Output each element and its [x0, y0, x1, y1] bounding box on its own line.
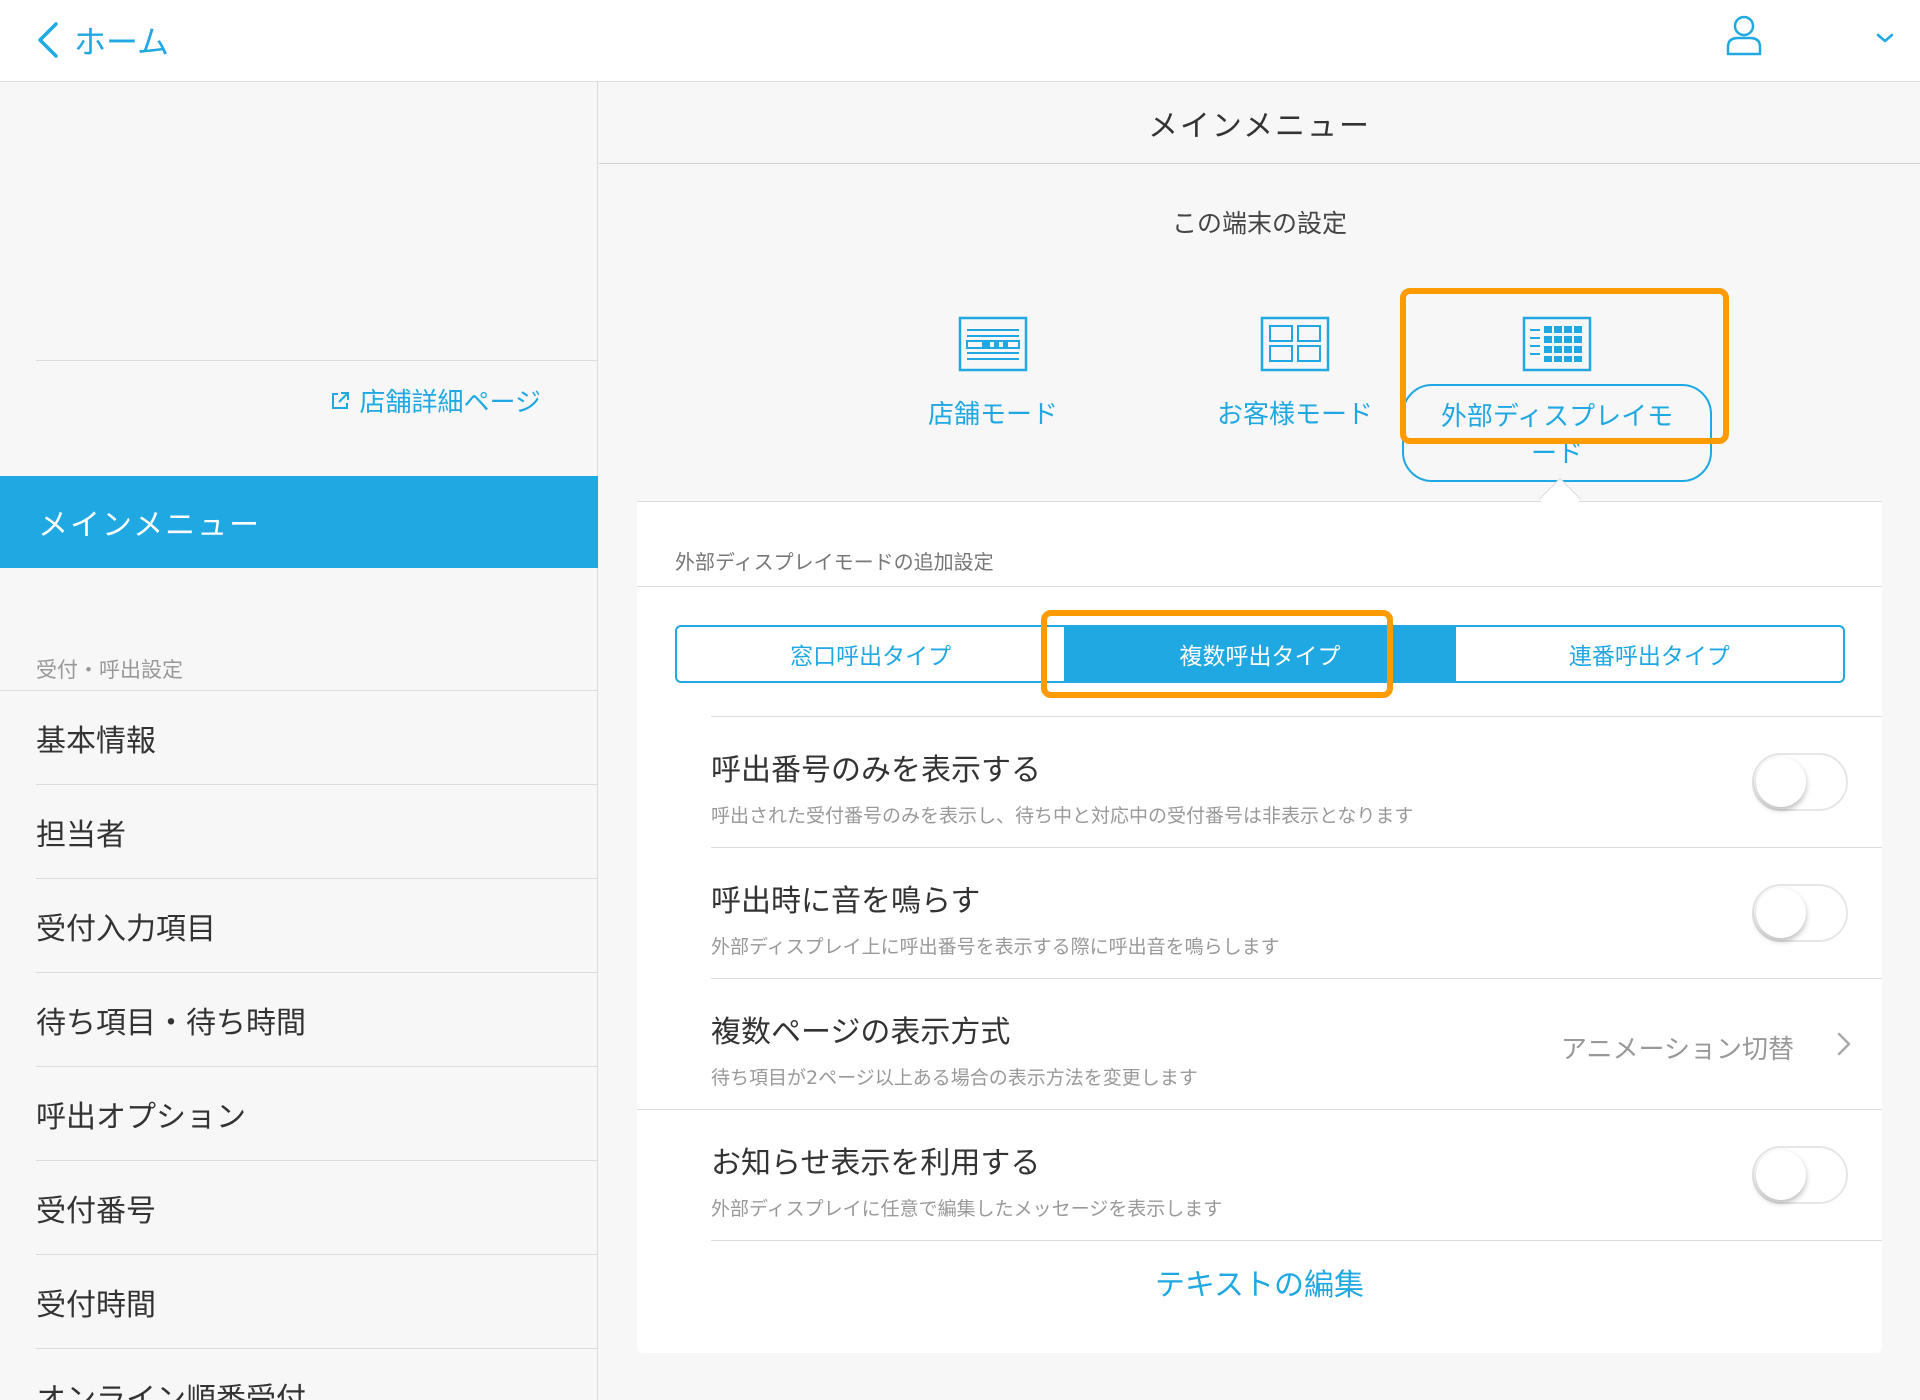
- store-mode-icon: [958, 316, 1028, 372]
- mode-selector: 店舗モード お客様モード 外部ディスプレイモード: [637, 270, 1882, 502]
- call-type-multiple-button[interactable]: 複数呼出タイプ: [1064, 627, 1454, 681]
- sidebar-item[interactable]: 呼出オプション: [36, 1067, 598, 1161]
- additional-settings-title: 外部ディスプレイモードの追加設定: [675, 550, 994, 574]
- main-panel: メインメニュー この端末の設定 店舗モード お客様モード 外部ディスプレイモード…: [599, 82, 1920, 1400]
- setting-row-multi-page-display[interactable]: 複数ページの表示方式 待ち項目が2ページ以上ある場合の表示方法を変更します アニ…: [637, 979, 1882, 1110]
- customer-mode-option[interactable]: お客様モード: [1185, 316, 1405, 431]
- setting-title: 呼出時に音を鳴らす: [711, 884, 981, 919]
- edit-text-link[interactable]: テキストの編集: [637, 1260, 1882, 1304]
- call-type-selector: 窓口呼出タイプ 複数呼出タイプ 連番呼出タイプ: [675, 625, 1845, 683]
- multi-page-display-value: アニメーション切替: [1561, 1035, 1794, 1065]
- external-display-mode-option[interactable]: 外部ディスプレイモード: [1402, 316, 1712, 482]
- setting-title: 呼出番号のみを表示する: [711, 753, 1041, 788]
- setting-description: 呼出された受付番号のみを表示し、待ち中と対応中の受付番号は非表示となります: [711, 805, 1414, 827]
- chevron-right-icon: [1837, 1032, 1851, 1056]
- toggle-knob: [1756, 888, 1806, 938]
- sidebar-item[interactable]: 受付入力項目: [36, 879, 598, 973]
- call-type-sequential-button[interactable]: 連番呼出タイプ: [1453, 627, 1843, 681]
- setting-title: お知らせ表示を利用する: [711, 1146, 1041, 1181]
- external-display-mode-icon: [1522, 316, 1592, 372]
- customer-mode-label: お客様モード: [1216, 400, 1373, 430]
- settings-list: 呼出番号のみを表示する 呼出された受付番号のみを表示し、待ち中と対応中の受付番号…: [637, 716, 1882, 1241]
- notice-display-toggle[interactable]: [1752, 1146, 1848, 1204]
- show-call-number-only-toggle[interactable]: [1752, 753, 1848, 811]
- top-bar: ホーム: [0, 0, 1920, 82]
- sidebar-list: 基本情報 担当者 受付入力項目 待ち項目・待ち時間 呼出オプション 受付番号 受…: [0, 690, 598, 1400]
- chevron-down-icon[interactable]: [1874, 30, 1896, 46]
- sidebar-divider: [36, 360, 598, 361]
- sidebar-item-main-menu[interactable]: メインメニュー: [0, 476, 598, 568]
- back-label: ホーム: [74, 23, 170, 61]
- sidebar-item[interactable]: 受付時間: [36, 1255, 598, 1349]
- external-link-icon: [331, 391, 349, 409]
- sidebar-item[interactable]: オンライン順番受付: [36, 1349, 598, 1400]
- store-mode-option[interactable]: 店舗モード: [883, 316, 1103, 431]
- sidebar: 店舗詳細ページ メインメニュー 受付・呼出設定 基本情報 担当者 受付入力項目 …: [0, 82, 598, 1400]
- customer-mode-icon: [1260, 316, 1330, 372]
- setting-row-notice-display: お知らせ表示を利用する 外部ディスプレイに任意で編集したメッセージを表示します: [711, 1110, 1882, 1241]
- toggle-knob: [1756, 757, 1806, 807]
- call-sound-toggle[interactable]: [1752, 884, 1848, 942]
- sidebar-item[interactable]: 受付番号: [36, 1161, 598, 1255]
- device-settings-title: この端末の設定: [1171, 209, 1347, 238]
- sidebar-item[interactable]: 基本情報: [36, 691, 598, 785]
- sidebar-item[interactable]: 待ち項目・待ち時間: [36, 973, 598, 1067]
- back-home-button[interactable]: ホーム: [36, 14, 169, 66]
- sidebar-item[interactable]: 担当者: [36, 785, 598, 879]
- store-detail-link-label: 店舗詳細ページ: [359, 388, 541, 418]
- setting-row-call-sound: 呼出時に音を鳴らす 外部ディスプレイ上に呼出番号を表示する際に呼出音を鳴らします: [711, 848, 1882, 979]
- setting-description: 外部ディスプレイ上に呼出番号を表示する際に呼出音を鳴らします: [711, 936, 1280, 958]
- external-display-mode-label: 外部ディスプレイモード: [1402, 384, 1712, 482]
- store-detail-link[interactable]: 店舗詳細ページ: [330, 382, 541, 419]
- additional-settings-divider: [637, 586, 1882, 587]
- chevron-left-icon: [38, 22, 58, 58]
- setting-row-show-call-number-only: 呼出番号のみを表示する 呼出された受付番号のみを表示し、待ち中と対応中の受付番号…: [711, 717, 1882, 848]
- setting-description: 待ち項目が2ページ以上ある場合の表示方法を変更します: [711, 1067, 1198, 1089]
- settings-card: 店舗モード お客様モード 外部ディスプレイモード 外部ディスプレイモードの追加設…: [637, 270, 1882, 1353]
- page-title: メインメニュー: [599, 82, 1920, 164]
- setting-title: 複数ページの表示方式: [711, 1015, 1011, 1050]
- sidebar-section-title: 受付・呼出設定: [36, 658, 183, 682]
- setting-description: 外部ディスプレイに任意で編集したメッセージを表示します: [711, 1198, 1223, 1220]
- toggle-knob: [1756, 1150, 1806, 1200]
- user-icon[interactable]: [1724, 14, 1764, 56]
- call-type-window-button[interactable]: 窓口呼出タイプ: [677, 627, 1064, 681]
- store-mode-label: 店舗モード: [927, 400, 1058, 430]
